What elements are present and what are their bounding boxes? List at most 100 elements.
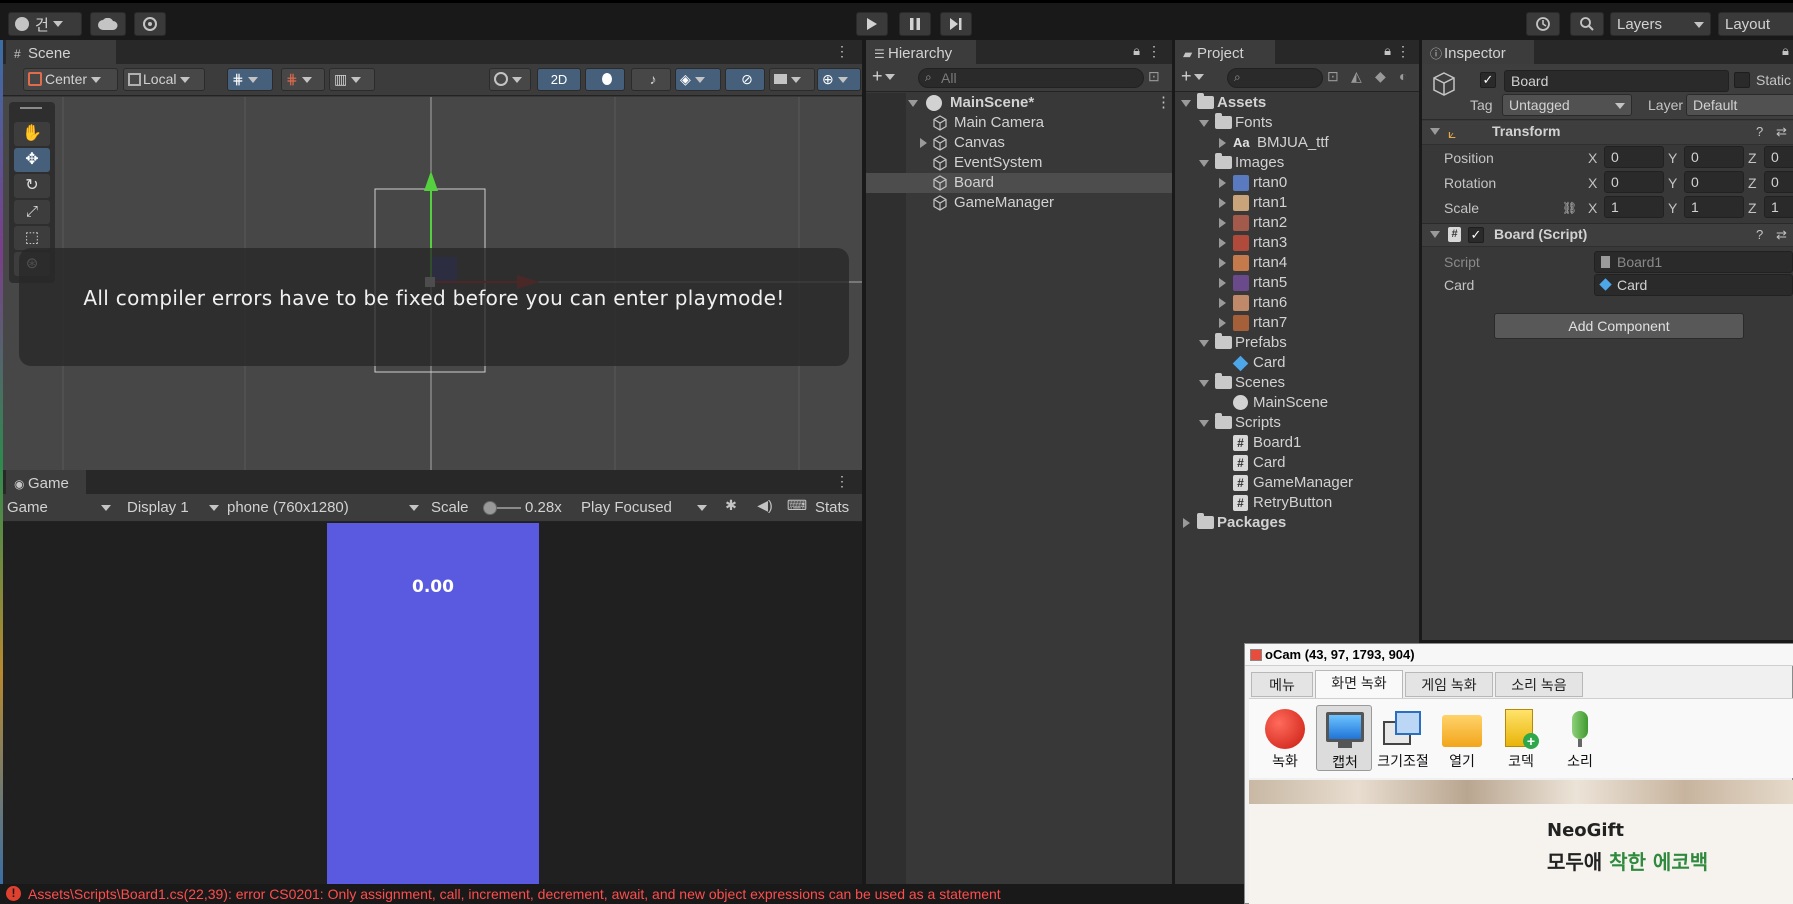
project-image-item[interactable]: rtan5 <box>1175 273 1419 293</box>
expand-arrow-icon[interactable] <box>1219 198 1226 208</box>
hierarchy-item[interactable]: Board <box>866 173 1172 193</box>
space-dropdown[interactable]: Local <box>123 68 205 91</box>
transform-header[interactable]: ⟀ Transform ? ⇄ <box>1422 121 1793 145</box>
expand-arrow-icon[interactable] <box>1219 178 1226 188</box>
project-script-item[interactable]: # RetryButton <box>1175 493 1419 513</box>
expand-arrow-icon[interactable] <box>1219 318 1226 328</box>
expand-arrow-icon[interactable] <box>1199 120 1209 127</box>
scene-visibility-button[interactable]: ⊘ <box>725 68 765 91</box>
history-button[interactable] <box>1526 12 1560 36</box>
collapse-arrow-icon[interactable] <box>1430 128 1440 135</box>
tab-project[interactable]: ▰ Project <box>1175 40 1275 64</box>
audio-icon[interactable]: ◀) <box>751 497 779 519</box>
ocam-open-button[interactable]: 열기 <box>1434 705 1490 771</box>
active-checkbox[interactable]: ✓ <box>1480 72 1496 88</box>
expand-arrow-icon[interactable] <box>1183 518 1190 528</box>
search-type-icon[interactable]: ⊡ <box>1327 68 1347 88</box>
tab-scene[interactable]: # Scene <box>6 40 116 64</box>
tab-game[interactable]: ◉ Game <box>6 470 86 494</box>
layout-dropdown[interactable]: Layout <box>1718 12 1793 36</box>
drag-handle-icon[interactable] <box>20 107 42 109</box>
bug-icon[interactable]: ✱ <box>717 497 745 519</box>
expand-arrow-icon[interactable] <box>1219 138 1226 148</box>
hierarchy-item[interactable]: EventSystem <box>866 153 1172 173</box>
scene-root-row[interactable]: MainScene* ⋮ <box>906 93 1172 113</box>
pause-button[interactable] <box>899 12 931 36</box>
game-view-dropdown[interactable]: Game <box>7 497 115 519</box>
layers-dropdown[interactable]: Layers <box>1610 12 1711 36</box>
expand-arrow-icon[interactable] <box>1199 340 1209 347</box>
resolution-dropdown[interactable]: phone (760x1280) <box>227 497 423 519</box>
scale-x-field[interactable]: 1 <box>1604 196 1664 218</box>
project-images[interactable]: Images <box>1175 153 1419 173</box>
expand-arrow-icon[interactable] <box>1181 100 1191 107</box>
grid-visibility-button[interactable]: ▥ <box>329 68 375 91</box>
project-prefabs[interactable]: Prefabs <box>1175 333 1419 353</box>
console-status-bar[interactable]: ! Assets\Scripts\Board1.cs(22,39): error… <box>0 884 1244 904</box>
project-scene-item[interactable]: MainScene <box>1175 393 1419 413</box>
position-z-field[interactable]: 0 <box>1764 146 1793 168</box>
display-dropdown[interactable]: Display 1 <box>127 497 223 519</box>
hierarchy-item[interactable]: Canvas <box>866 133 1172 153</box>
expand-arrow-icon[interactable] <box>1199 420 1209 427</box>
project-script-item[interactable]: # Board1 <box>1175 433 1419 453</box>
tab-inspector[interactable]: ⓘ Inspector <box>1422 40 1534 64</box>
static-checkbox[interactable] <box>1734 72 1750 88</box>
expand-arrow-icon[interactable] <box>1199 160 1209 167</box>
project-search-input[interactable]: ⌕ <box>1227 68 1323 88</box>
play-mode-dropdown[interactable]: Play Focused <box>581 497 711 519</box>
project-image-item[interactable]: rtan2 <box>1175 213 1419 233</box>
lock-icon[interactable]: 🔒︎ <box>1133 43 1140 59</box>
expand-arrow-icon[interactable] <box>920 138 927 148</box>
ocam-tab[interactable]: 소리 녹음 <box>1495 672 1583 697</box>
script-enabled-checkbox[interactable]: ✓ <box>1468 227 1484 243</box>
ocam-codec-button[interactable]: + 코덱 <box>1493 705 1549 771</box>
rect-tool-icon[interactable]: ⬚ <box>14 226 50 250</box>
pivot-dropdown[interactable]: Center <box>23 68 118 91</box>
project-image-item[interactable]: rtan4 <box>1175 253 1419 273</box>
project-packages[interactable]: Packages <box>1175 513 1419 533</box>
position-y-field[interactable]: 0 <box>1684 146 1744 168</box>
audio-button[interactable]: ♪ <box>631 68 671 91</box>
ocam-ad-banner[interactable]: NeoGift 모두애 착한 에코백 <box>1249 780 1793 904</box>
snap-increment-button[interactable]: ⋕ <box>281 68 325 91</box>
game-viewport[interactable]: 0.00 <box>3 523 862 884</box>
draw-mode-button[interactable] <box>489 68 531 91</box>
scale-tool-icon[interactable]: ⤢ <box>14 200 50 224</box>
rotation-y-field[interactable]: 0 <box>1684 171 1744 193</box>
object-name-field[interactable]: Board <box>1504 70 1729 92</box>
label-icon[interactable]: ◆ <box>1375 68 1395 88</box>
project-menu-icon[interactable]: ⋮ <box>1396 43 1410 60</box>
project-fonts[interactable]: Fonts <box>1175 113 1419 133</box>
scale-slider-knob[interactable] <box>483 501 497 515</box>
add-object-button[interactable]: + <box>872 66 908 88</box>
project-scripts[interactable]: Scripts <box>1175 413 1419 433</box>
search-by-type-icon[interactable]: ⊡ <box>1148 68 1168 88</box>
game-menu-icon[interactable]: ⋮ <box>835 473 849 490</box>
hierarchy-item[interactable]: Main Camera <box>866 113 1172 133</box>
grid-snap-button[interactable]: ⋕ <box>227 68 273 91</box>
expand-arrow-icon[interactable] <box>1219 298 1226 308</box>
project-assets[interactable]: Assets <box>1175 93 1419 113</box>
project-image-item[interactable]: rtan7 <box>1175 313 1419 333</box>
script-component-header[interactable]: # ✓ Board (Script) ? ⇄ <box>1422 223 1793 247</box>
project-font-item[interactable]: Aa BMJUA_ttf <box>1175 133 1419 153</box>
collapse-arrow-icon[interactable] <box>1430 231 1440 238</box>
card-field[interactable]: Card <box>1594 274 1793 296</box>
collab-button[interactable] <box>134 12 166 36</box>
hierarchy-search-input[interactable]: ⌕ All <box>918 68 1144 88</box>
scale-y-field[interactable]: 1 <box>1684 196 1744 218</box>
expand-arrow-icon[interactable] <box>1219 218 1226 228</box>
project-scenes[interactable]: Scenes <box>1175 373 1419 393</box>
tab-hierarchy[interactable]: ☰ Hierarchy <box>866 40 976 64</box>
hidden-packages-icon[interactable]: ◐ <box>1399 68 1419 88</box>
tag-dropdown[interactable]: Untagged <box>1502 94 1632 116</box>
constrain-proportions-icon[interactable]: ⛓ <box>1562 198 1577 218</box>
create-asset-button[interactable]: + <box>1181 66 1217 88</box>
account-dropdown[interactable]: 건 <box>8 12 82 36</box>
cloud-button[interactable] <box>90 12 126 36</box>
expand-arrow-icon[interactable] <box>1219 238 1226 248</box>
position-x-field[interactable]: 0 <box>1604 146 1664 168</box>
settings-icon[interactable]: ⇄ <box>1776 227 1787 243</box>
rotate-tool-icon[interactable]: ↻ <box>14 174 50 198</box>
